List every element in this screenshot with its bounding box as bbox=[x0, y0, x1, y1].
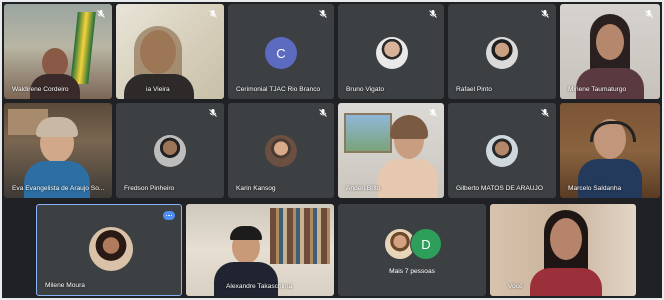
participant-tile-milene[interactable]: Milene Moura bbox=[36, 204, 182, 296]
avatar bbox=[89, 227, 133, 271]
participant-tile-ia-vieira[interactable]: ia Vieira bbox=[116, 4, 224, 99]
mic-off-icon bbox=[428, 108, 438, 118]
participant-tile-anderi[interactable]: Anderi Brito bbox=[338, 103, 444, 198]
participant-tile-miriene[interactable]: Miriene Taumaturgo bbox=[560, 4, 660, 99]
person-head bbox=[550, 218, 582, 260]
mic-off-icon bbox=[208, 108, 218, 118]
avatar bbox=[265, 135, 297, 167]
participant-name: Gilberto MATOS DE ARAUJO bbox=[456, 185, 543, 192]
participant-tile-alexandre[interactable]: Alexandre Takaschima bbox=[186, 204, 334, 296]
participant-name: Marcelo Saldanha bbox=[568, 185, 622, 192]
participant-tile-fredson[interactable]: Fredson Pinheiro bbox=[116, 103, 224, 198]
participant-name: Milene Moura bbox=[45, 282, 85, 289]
participant-tile-more-people[interactable]: D Mais 7 pessoas bbox=[338, 204, 486, 296]
participant-name: Anderi Brito bbox=[346, 185, 381, 192]
headphones-icon bbox=[590, 121, 636, 142]
participant-name: Cerimonial TJAC Rio Branco bbox=[236, 86, 321, 93]
participant-name: Bruno Vigato bbox=[346, 86, 385, 93]
person-body bbox=[24, 161, 90, 198]
painting-decor bbox=[344, 113, 392, 153]
participant-tile-gilberto[interactable]: Gilberto MATOS DE ARAUJO bbox=[448, 103, 556, 198]
participant-name: Karin Kansog bbox=[236, 185, 276, 192]
participant-tile-cerimonial[interactable]: C Cerimonial TJAC Rio Branco bbox=[228, 4, 334, 99]
participant-name: Waldirene Cordeiro bbox=[12, 86, 69, 93]
avatar-letter: C bbox=[265, 37, 297, 69]
person-head bbox=[596, 24, 624, 60]
more-people-label: Mais 7 pessoas bbox=[389, 268, 435, 275]
person-body bbox=[378, 159, 438, 198]
mic-off-icon bbox=[540, 108, 550, 118]
mic-off-icon bbox=[96, 9, 106, 19]
avatar bbox=[376, 37, 408, 69]
avatar bbox=[154, 135, 186, 167]
participant-name: Eva Evangelista de Araujo So... bbox=[12, 185, 105, 192]
flag-decor bbox=[70, 12, 96, 84]
participant-tile-eva[interactable]: Eva Evangelista de Araujo So... bbox=[4, 103, 112, 198]
participant-name: Fredson Pinheiro bbox=[124, 185, 175, 192]
participant-tile-marcelo[interactable]: Marcelo Saldanha bbox=[560, 103, 660, 198]
participant-name: Miriene Taumaturgo bbox=[568, 86, 627, 93]
person-hair bbox=[390, 115, 428, 139]
avatar bbox=[486, 135, 518, 167]
person-body bbox=[578, 159, 642, 198]
person-body bbox=[214, 262, 278, 296]
mic-off-icon bbox=[318, 108, 328, 118]
participant-tile-self[interactable]: Você bbox=[490, 204, 636, 296]
participant-name: Você bbox=[508, 283, 523, 290]
participant-name: ia Vieira bbox=[146, 86, 170, 93]
participant-tile-rafael[interactable]: Rafael Pinto bbox=[448, 4, 556, 99]
person-body bbox=[530, 268, 602, 296]
participant-tile-bruno[interactable]: Bruno Vigato bbox=[338, 4, 444, 99]
participant-name: Alexandre Takaschima bbox=[226, 283, 293, 290]
participant-name: Rafael Pinto bbox=[456, 86, 492, 93]
mic-off-icon bbox=[644, 9, 654, 19]
mic-off-icon bbox=[318, 9, 328, 19]
mic-off-icon bbox=[208, 9, 218, 19]
video-call-grid: Waldirene Cordeiro ia Vieira C Cerimonia… bbox=[0, 0, 664, 300]
participant-tile-karin[interactable]: Karin Kansog bbox=[228, 103, 334, 198]
avatar bbox=[486, 37, 518, 69]
person-hair bbox=[230, 226, 262, 240]
person-hair bbox=[36, 117, 78, 137]
more-options-icon[interactable] bbox=[163, 211, 175, 220]
avatar-letter: D bbox=[410, 228, 442, 260]
person-body bbox=[576, 68, 644, 99]
participant-tile-waldirene[interactable]: Waldirene Cordeiro bbox=[4, 4, 112, 99]
mic-off-icon bbox=[540, 9, 550, 19]
mic-off-icon bbox=[428, 9, 438, 19]
bookshelf-decor bbox=[270, 208, 330, 264]
